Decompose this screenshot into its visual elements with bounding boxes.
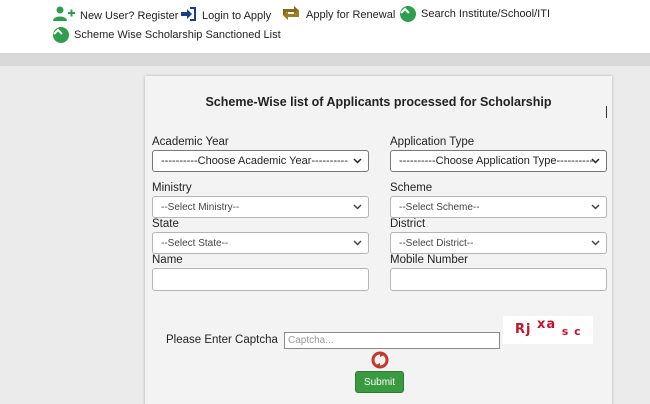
name-input[interactable]	[152, 268, 369, 291]
district-select[interactable]: --Select District--	[390, 232, 607, 254]
chevron-down-icon	[591, 202, 600, 214]
captcha-image-text: Rj xa s c	[515, 317, 582, 338]
apply-for-renewal-label: Apply for Renewal	[306, 8, 396, 21]
login-to-apply-label: Login to Apply	[202, 9, 272, 22]
new-user-register-label: New User? Register	[80, 9, 179, 22]
application-type-label: Application Type	[390, 136, 475, 148]
scheme-label: Scheme	[390, 182, 433, 194]
academic-year-label: Academic Year	[152, 136, 229, 148]
state-select[interactable]: --Select State--	[152, 232, 369, 254]
top-navigation: New User? Register Login to Apply Apply …	[0, 0, 650, 54]
chevron-up-circle-icon	[400, 6, 416, 22]
search-institute-link[interactable]: Search Institute/School/ITI	[400, 6, 550, 22]
captcha-label: Please Enter Captcha	[166, 334, 278, 346]
refresh-captcha-icon[interactable]	[371, 351, 389, 369]
chevron-down-icon	[591, 156, 600, 168]
login-icon	[181, 6, 197, 25]
sanctioned-list-label: Scheme Wise Scholarship Sanctioned List	[74, 29, 281, 41]
academic-year-select[interactable]: ----------Choose Academic Year----------	[152, 150, 369, 172]
new-user-register-link[interactable]: New User? Register	[53, 6, 178, 25]
add-user-icon	[53, 6, 75, 25]
captcha-input[interactable]: Captcha...	[284, 332, 500, 349]
page-title: Scheme-Wise list of Applicants processed…	[205, 95, 552, 109]
chevron-down-icon	[591, 238, 600, 250]
application-type-select[interactable]: ----------Choose Application Type-------…	[390, 150, 607, 172]
text-cursor	[606, 106, 607, 118]
ministry-select[interactable]: --Select Ministry--	[152, 196, 369, 218]
scheme-value: --Select Scheme--	[399, 201, 480, 213]
mobile-number-label: Mobile Number	[390, 254, 468, 266]
state-value: --Select State--	[161, 237, 229, 249]
academic-year-value: ----------Choose Academic Year----------	[161, 155, 349, 167]
search-institute-label: Search Institute/School/ITI	[421, 8, 551, 20]
chevron-down-icon	[353, 238, 362, 250]
scheme-select[interactable]: --Select Scheme--	[390, 196, 607, 218]
header-shadow	[0, 54, 650, 66]
sanctioned-list-link[interactable]: Scheme Wise Scholarship Sanctioned List	[53, 27, 281, 43]
apply-for-renewal-link[interactable]: Apply for Renewal	[281, 6, 395, 23]
ministry-label: Ministry	[152, 182, 192, 194]
application-type-value: ----------Choose Application Type-------…	[399, 155, 594, 167]
captcha-image: Rj xa s c	[503, 316, 593, 344]
district-label: District	[390, 218, 426, 230]
submit-button[interactable]: Submit	[355, 371, 404, 393]
name-label: Name	[152, 254, 183, 266]
state-label: State	[152, 218, 179, 230]
mobile-number-input[interactable]	[390, 268, 607, 291]
district-value: --Select District--	[399, 237, 474, 249]
renewal-arrows-icon	[281, 6, 301, 23]
ministry-value: --Select Ministry--	[161, 201, 240, 213]
login-to-apply-link[interactable]: Login to Apply	[181, 6, 271, 25]
chevron-down-icon	[353, 156, 362, 168]
chevron-down-icon	[353, 202, 362, 214]
chevron-up-circle-icon	[53, 27, 69, 43]
